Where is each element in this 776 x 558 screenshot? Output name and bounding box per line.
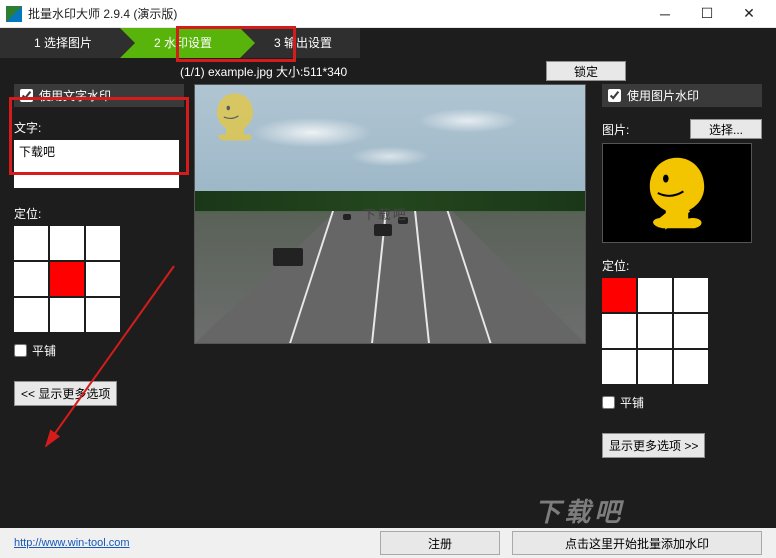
step-2[interactable]: 2 水印设置 [120,28,240,58]
app-icon [6,6,22,22]
text-wm-toggle-label: 使用文字水印 [39,87,111,104]
img-tile-label: 平铺 [620,394,644,411]
ipos-ml[interactable] [602,314,636,348]
pos-tc[interactable] [50,226,84,260]
watermark-logo-overlay [207,89,263,137]
website-link[interactable]: http://www.win-tool.com [14,537,130,549]
pos-tr[interactable] [86,226,120,260]
ipos-bc[interactable] [638,350,672,384]
pos-tl[interactable] [14,226,48,260]
step-1-label: 1 选择图片 [34,36,92,50]
file-info: (1/1) example.jpg 大小:511*340 [180,63,347,80]
ipos-tr[interactable] [674,278,708,312]
img-label: 图片: [602,121,629,138]
text-label: 文字: [14,119,184,136]
pos-mr[interactable] [86,262,120,296]
img-more-options-button[interactable]: 显示更多选项 >> [602,433,705,458]
img-tile-row[interactable]: 平铺 [602,394,762,411]
text-tile-checkbox[interactable] [14,344,27,357]
pos-bc[interactable] [50,298,84,332]
minimize-button[interactable]: ─ [644,2,686,26]
watermark-text-input[interactable] [14,140,179,188]
text-more-options-button[interactable]: << 显示更多选项 [14,381,117,406]
text-wm-toggle-row[interactable]: 使用文字水印 [14,84,184,107]
img-wm-toggle-row[interactable]: 使用图片水印 [602,84,762,107]
lock-button[interactable]: 锁定 [546,61,626,81]
pos-ml[interactable] [14,262,48,296]
text-pos-label: 定位: [14,205,184,222]
ipos-tl[interactable] [602,278,636,312]
ipos-mr[interactable] [674,314,708,348]
footer-bar: http://www.win-tool.com 注册 点击这里开始批量添加水印 [0,528,776,558]
step-2-label: 2 水印设置 [154,36,212,50]
img-wm-checkbox[interactable] [608,89,621,102]
text-watermark-panel: 使用文字水印 文字: 定位: 平铺 << 显示更多选项 [14,84,184,458]
pos-br[interactable] [86,298,120,332]
text-tile-row[interactable]: 平铺 [14,342,184,359]
ipos-bl[interactable] [602,350,636,384]
step-1[interactable]: 1 选择图片 [0,28,120,58]
preview-image: 下载吧 [194,84,586,344]
text-wm-checkbox[interactable] [20,89,33,102]
ipos-mc[interactable] [638,314,672,348]
close-button[interactable]: ✕ [728,2,770,26]
text-position-grid [14,226,184,332]
img-wm-toggle-label: 使用图片水印 [627,87,699,104]
img-pos-label: 定位: [602,257,762,274]
start-batch-button[interactable]: 点击这里开始批量添加水印 [512,531,762,555]
step-3[interactable]: 3 输出设置 [240,28,360,58]
pos-bl[interactable] [14,298,48,332]
text-tile-label: 平铺 [32,342,56,359]
step-3-label: 3 输出设置 [274,36,332,50]
watermark-image-thumbnail [602,143,752,243]
select-image-button[interactable]: 选择... [690,119,762,139]
register-button[interactable]: 注册 [380,531,500,555]
window-title: 批量水印大师 2.9.4 (演示版) [28,5,644,22]
step-bar: 1 选择图片 2 水印设置 3 输出设置 [0,28,776,58]
title-bar: 批量水印大师 2.9.4 (演示版) ─ ☐ ✕ [0,0,776,28]
img-tile-checkbox[interactable] [602,396,615,409]
maximize-button[interactable]: ☐ [686,2,728,26]
image-watermark-panel: 使用图片水印 图片: 选择... 定位: 平铺 显示更多选项 >> [602,84,762,458]
ipos-tc[interactable] [638,278,672,312]
ipos-br[interactable] [674,350,708,384]
pos-mc[interactable] [50,262,84,296]
watermark-text-overlay: 下载吧 [363,204,408,223]
img-position-grid [602,278,762,384]
